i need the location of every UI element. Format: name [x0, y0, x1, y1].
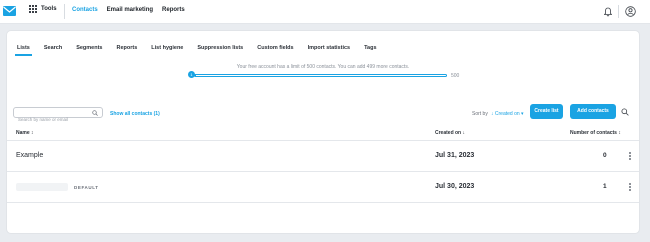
list-contact-count: 1: [603, 183, 607, 190]
column-header-name[interactable]: Name ↕: [16, 130, 34, 136]
list-created-on: Jul 30, 2023: [435, 183, 475, 190]
sort-arrows-icon: ↕: [31, 130, 34, 136]
contact-limit-bar: [194, 74, 447, 77]
nav-reports[interactable]: Reports: [162, 7, 185, 13]
grid-icon: [29, 5, 37, 13]
tab-search[interactable]: Search: [44, 45, 62, 51]
search-icon[interactable]: [92, 110, 98, 116]
tab-custom-fields[interactable]: Custom fields: [257, 45, 293, 51]
tab-tags[interactable]: Tags: [364, 45, 376, 51]
tab-list-hygiene[interactable]: List hygiene: [151, 45, 183, 51]
nav-contacts[interactable]: Contacts: [72, 7, 98, 13]
sort-label: Sort by: [472, 111, 488, 117]
tools-menu[interactable]: Tools: [29, 5, 57, 13]
list-contact-count: 0: [603, 152, 607, 159]
default-badge: DEFAULT: [74, 185, 99, 190]
tab-segments[interactable]: Segments: [76, 45, 102, 51]
sort-arrows-icon: ↕: [618, 130, 621, 136]
tab-import-statistics[interactable]: Import statistics: [308, 45, 350, 51]
sort-down-icon: ↓: [462, 130, 466, 136]
tools-label: Tools: [41, 6, 57, 12]
redacted-list-name[interactable]: [16, 183, 68, 191]
more-options-icon[interactable]: [629, 183, 631, 191]
search-icon[interactable]: [621, 108, 629, 116]
search-input[interactable]: [18, 115, 88, 124]
chevron-down-icon: ▾: [521, 111, 524, 117]
sort-value: Created on: [494, 111, 520, 117]
sort-dropdown[interactable]: ↓ Created on ▾: [491, 111, 524, 117]
tab-reports[interactable]: Reports: [117, 45, 138, 51]
nav-email-marketing[interactable]: Email marketing: [107, 7, 153, 13]
column-header-created-on[interactable]: Created on ↓: [435, 130, 465, 136]
list-name[interactable]: Example: [16, 152, 43, 159]
top-icons: [604, 5, 636, 18]
divider: [64, 4, 65, 19]
show-all-contacts-link[interactable]: Show all contacts (1): [110, 111, 160, 117]
row-divider: [7, 171, 639, 172]
tab-bar: Lists Search Segments Reports List hygie…: [15, 45, 377, 56]
contact-limit-text: Your free account has a limit of 500 con…: [236, 64, 410, 70]
row-divider: [7, 202, 639, 203]
create-list-button[interactable]: Create list: [530, 104, 563, 119]
contact-limit-current: 1: [188, 71, 195, 78]
tab-suppression-lists[interactable]: Suppression lists: [197, 45, 243, 51]
tab-lists[interactable]: Lists: [15, 45, 32, 56]
avatar-icon[interactable]: [625, 6, 636, 17]
top-bar: Tools Contacts Email marketing Reports: [0, 0, 650, 24]
top-navigation: Contacts Email marketing Reports: [72, 7, 185, 13]
contact-limit-fill: [195, 75, 196, 76]
list-created-on: Jul 31, 2023: [435, 152, 475, 159]
divider: [618, 5, 619, 18]
search-field[interactable]: [13, 107, 103, 124]
add-contacts-button[interactable]: Add contacts: [570, 104, 616, 119]
contact-limit-max: 500: [451, 73, 460, 79]
envelope-logo-icon[interactable]: [3, 5, 16, 17]
header-divider: [7, 140, 639, 141]
sort-direction-icon: ↓: [491, 111, 494, 117]
lists-card: Lists Search Segments Reports List hygie…: [6, 30, 640, 234]
bell-icon[interactable]: [604, 7, 612, 17]
column-header-contacts[interactable]: Number of contacts ↕: [570, 130, 621, 136]
more-options-icon[interactable]: [629, 152, 631, 160]
